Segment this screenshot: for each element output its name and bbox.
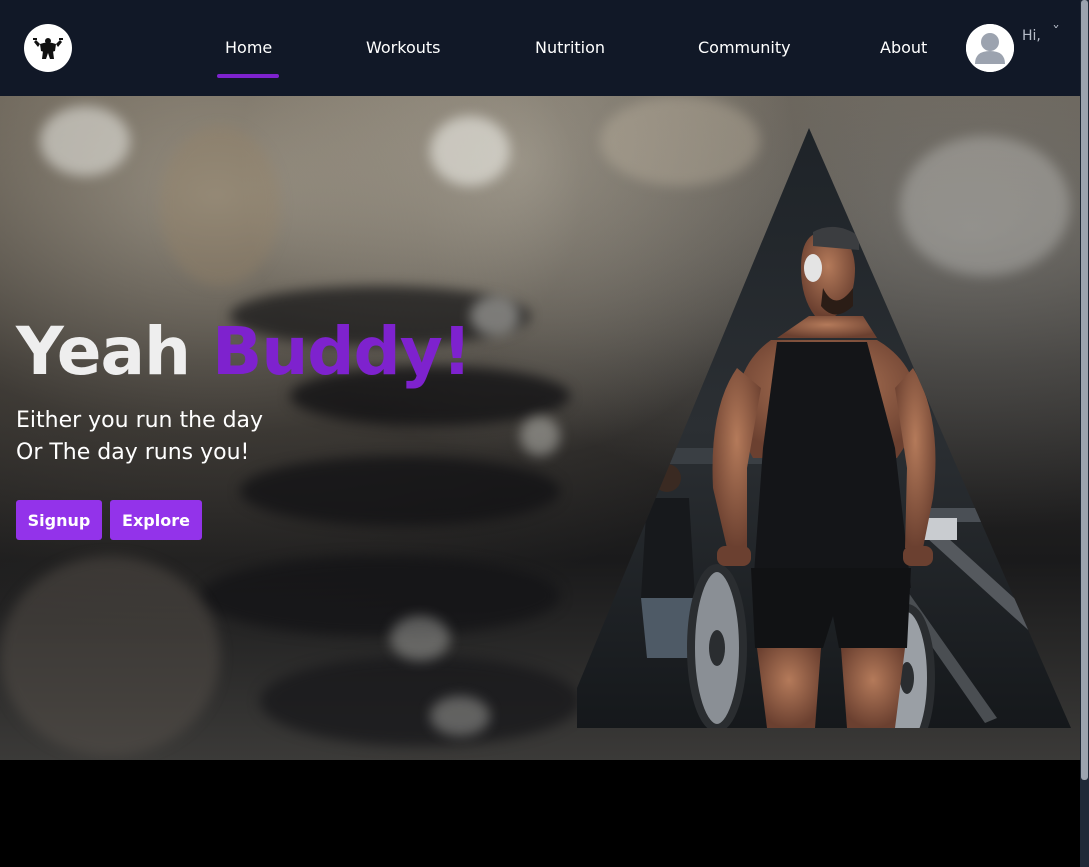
nav-link-nutrition[interactable]: Nutrition [535,37,605,59]
active-tab-indicator [217,74,279,78]
hero-subtitle-line2: Or The day runs you! [16,440,250,465]
hero-subtitle-line1: Either you run the day [16,408,264,433]
user-greeting: Hi, [1022,28,1041,44]
nav-link-about[interactable]: About [880,37,927,59]
navbar: Home Workouts Nutrition Community About … [0,0,1080,96]
chevron-down-icon[interactable]: ˅ [1052,24,1060,38]
nav-link-home[interactable]: Home [225,37,272,59]
scrollbar-thumb[interactable] [1081,0,1088,780]
hero-title-main: Yeah [16,313,191,390]
user-avatar-icon[interactable] [966,24,1014,72]
hero-section: Yeah Buddy! Either you run the day Or Th… [0,96,1080,760]
hero-title: Yeah Buddy! [16,312,472,392]
next-section [0,760,1080,867]
hero-title-accent: Buddy! [212,313,472,390]
athlete-triangle-image [577,128,1071,728]
signup-button[interactable]: Signup [16,500,102,540]
nav-link-community[interactable]: Community [698,37,791,59]
bodybuilder-logo-icon[interactable] [24,24,72,72]
explore-button[interactable]: Explore [110,500,202,540]
nav-link-workouts[interactable]: Workouts [366,37,440,59]
